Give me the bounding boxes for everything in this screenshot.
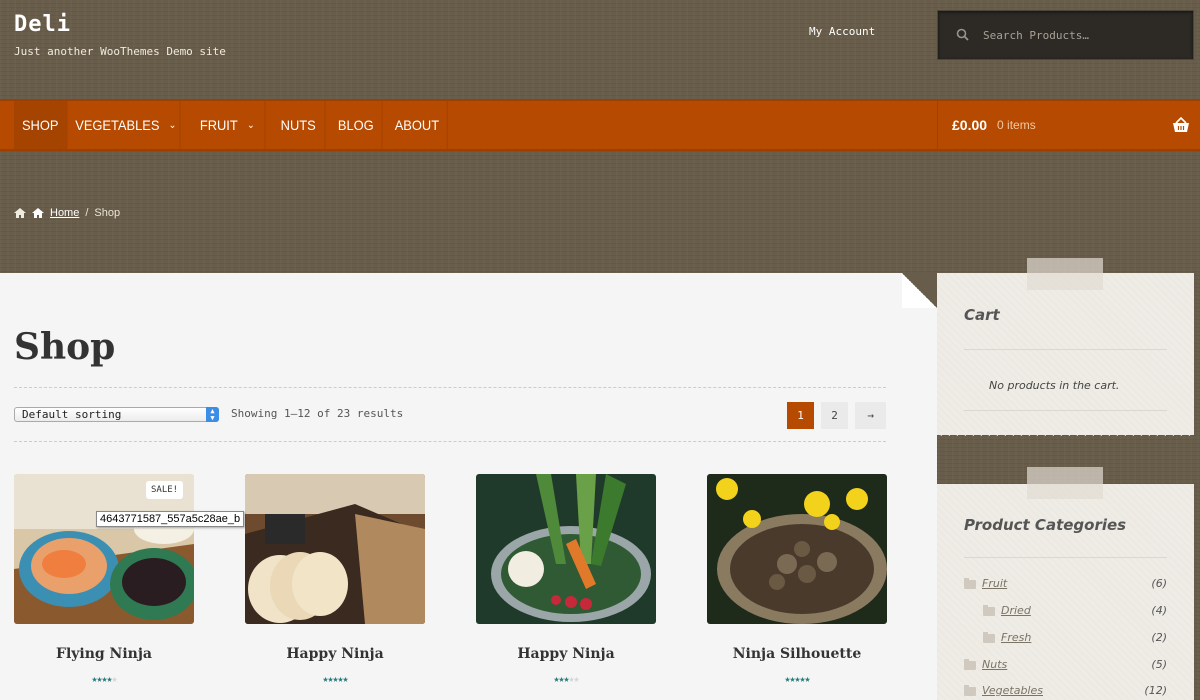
category-count: (2) xyxy=(1151,631,1167,644)
search-box xyxy=(937,10,1194,60)
nav-item-label: FRUIT xyxy=(199,117,238,133)
cart-widget: Cart No products in the cart. xyxy=(937,273,1194,435)
star-rating: ★★★★★ xyxy=(784,674,810,685)
pagination-page-2[interactable]: 2 xyxy=(821,402,848,429)
nav-item-label: ABOUT xyxy=(394,117,440,133)
product-image[interactable] xyxy=(476,474,656,624)
breadcrumb: Home / Shop xyxy=(14,207,120,219)
pagination-page-1[interactable]: 1 xyxy=(787,402,814,429)
search-icon xyxy=(956,28,969,41)
product-categories-widget: Product Categories Fruit (6) Dried (4) F… xyxy=(937,484,1194,700)
category-count: (4) xyxy=(1151,604,1167,617)
nav-item-label: VEGETABLES xyxy=(75,117,160,133)
category-count: (5) xyxy=(1151,658,1167,671)
product-card[interactable]: Ninja Silhouette ★★★★★ xyxy=(707,474,887,685)
star-rating: ★★★★★ xyxy=(322,674,348,685)
product-name[interactable]: Happy Ninja xyxy=(245,646,425,662)
star-rating: ★★★★★ xyxy=(553,674,579,685)
category-link[interactable]: Dried xyxy=(1001,604,1031,617)
sorting-select-value: Default sorting xyxy=(22,408,122,421)
category-link[interactable]: Nuts xyxy=(982,658,1007,671)
header-cart[interactable]: £0.00 0 items xyxy=(937,101,1200,149)
main-navigation: SHOP VEGETABLES ⌄ FRUIT ⌄ NUTS BLOG ABOU… xyxy=(0,99,1200,151)
product-card[interactable]: SALE! Flying Ninja ★★★★★ xyxy=(14,474,194,685)
result-count: Showing 1–12 of 23 results xyxy=(231,407,404,420)
category-link[interactable]: Fresh xyxy=(1001,631,1031,644)
sorting-select[interactable]: Default sorting ▲ ▼ xyxy=(14,407,219,422)
product-card[interactable]: Happy Ninja ★★★★★ xyxy=(476,474,656,685)
torn-edge xyxy=(937,432,1194,442)
home-icon xyxy=(32,208,44,218)
divider xyxy=(964,557,1167,558)
product-card[interactable]: Happy Ninja ★★★★★ xyxy=(245,474,425,685)
categories-widget-title: Product Categories xyxy=(964,516,1127,534)
page-corner-fold xyxy=(902,273,937,308)
folder-icon xyxy=(983,632,995,643)
category-link[interactable]: Fruit xyxy=(982,577,1007,590)
nav-item-nuts[interactable]: NUTS xyxy=(272,101,326,149)
breadcrumb-current: Shop xyxy=(94,207,121,219)
site-title[interactable]: Deli xyxy=(14,12,71,37)
product-image[interactable] xyxy=(707,474,887,624)
category-count: (6) xyxy=(1151,577,1167,590)
tape-decoration xyxy=(1027,467,1103,499)
product-name[interactable]: Flying Ninja xyxy=(14,646,194,662)
cart-empty-message: No products in the cart. xyxy=(989,379,1120,392)
breadcrumb-home-link[interactable]: Home xyxy=(50,207,79,219)
nav-item-shop[interactable]: SHOP xyxy=(14,101,68,149)
category-item[interactable]: Fresh (2) xyxy=(964,631,1167,651)
product-name[interactable]: Ninja Silhouette xyxy=(707,646,887,662)
divider xyxy=(14,441,886,442)
category-link[interactable]: Vegetables xyxy=(982,684,1043,697)
nav-item-about[interactable]: ABOUT xyxy=(387,101,448,149)
home-icon xyxy=(14,208,26,218)
site-description: Just another WooThemes Demo site xyxy=(14,45,226,58)
cart-widget-title: Cart xyxy=(964,306,1000,324)
category-item[interactable]: Fruit (6) xyxy=(964,577,1167,597)
divider xyxy=(964,349,1167,350)
image-tooltip: 4643771587_557a5c28ae_b xyxy=(96,511,245,527)
my-account-link[interactable]: My Account xyxy=(809,25,875,38)
divider xyxy=(964,410,1167,411)
pagination-next[interactable]: → xyxy=(855,402,886,429)
breadcrumb-separator: / xyxy=(85,207,89,219)
sale-badge: SALE! xyxy=(146,481,184,499)
basket-icon xyxy=(1173,117,1189,132)
page-title: Shop xyxy=(14,326,116,368)
cart-item-count: 0 items xyxy=(997,118,1036,132)
search-input[interactable] xyxy=(983,25,1183,45)
nav-item-blog[interactable]: BLOG xyxy=(330,101,383,149)
select-arrows-icon: ▲ ▼ xyxy=(206,407,219,422)
cart-amount: £0.00 xyxy=(952,117,988,133)
category-item[interactable]: Dried (4) xyxy=(964,604,1167,624)
nav-item-fruit[interactable]: FRUIT ⌄ xyxy=(190,101,266,149)
nav-item-label: SHOP xyxy=(21,117,59,133)
folder-icon xyxy=(983,605,995,616)
tape-decoration xyxy=(1027,258,1103,290)
nav-item-vegetables[interactable]: VEGETABLES ⌄ xyxy=(72,101,181,149)
folder-icon xyxy=(964,578,976,589)
category-item[interactable]: Vegetables (12) xyxy=(964,684,1167,700)
chevron-down-icon: ⌄ xyxy=(246,119,255,131)
product-image[interactable] xyxy=(245,474,425,624)
chevron-down-icon: ⌄ xyxy=(168,119,177,131)
star-rating: ★★★★★ xyxy=(91,674,117,685)
product-name[interactable]: Happy Ninja xyxy=(476,646,656,662)
product-image[interactable]: SALE! xyxy=(14,474,194,624)
nav-item-label: BLOG xyxy=(337,117,374,133)
divider xyxy=(14,387,886,388)
folder-icon xyxy=(964,685,976,696)
folder-icon xyxy=(964,659,976,670)
nav-item-label: NUTS xyxy=(280,117,316,133)
category-item[interactable]: Nuts (5) xyxy=(964,658,1167,678)
category-count: (12) xyxy=(1144,684,1167,697)
